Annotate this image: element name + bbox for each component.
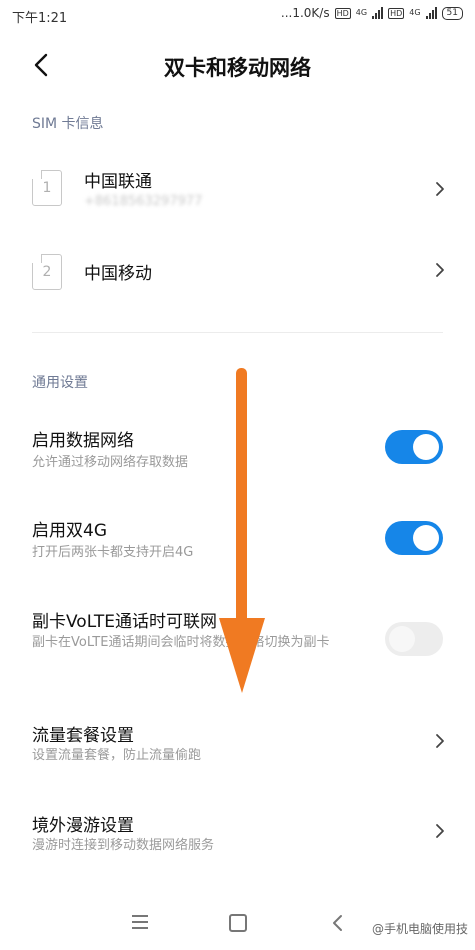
chevron-right-icon (436, 263, 444, 277)
sim-carrier-name: 中国联通 (84, 172, 152, 192)
status-bar: 下午1:21 ...1.0K/s HD 4G HD 4G 51 (0, 0, 475, 30)
dual-4g-toggle[interactable] (385, 521, 443, 555)
volte-data-toggle[interactable] (385, 622, 443, 656)
setting-subtitle: 副卡在VoLTE通话期间会临时将数据网络切换为副卡 (32, 635, 330, 650)
data-network-toggle[interactable] (385, 430, 443, 464)
sim-carrier-name: 中国移动 (84, 264, 152, 284)
sim-card-1-row[interactable]: 1 中国联通 +8618563297977 (0, 150, 475, 230)
sim-phone-number: +8618563297977 (84, 194, 203, 209)
setting-row-roaming[interactable]: 境外漫游设置 漫游时连接到移动数据网络服务 (0, 800, 475, 880)
signal-icon-sim2 (425, 7, 437, 19)
battery-icon: 51 (441, 6, 463, 20)
setting-title: 副卡VoLTE通话时可联网 (32, 612, 217, 632)
sim-card-icon: 2 (32, 254, 62, 290)
back-icon[interactable] (330, 913, 346, 933)
section-label-sim: SIM 卡信息 (32, 116, 104, 132)
setting-subtitle: 设置流量套餐，防止流量偷跑 (32, 748, 202, 763)
hd-icon: HD (334, 7, 351, 19)
setting-title: 流量套餐设置 (32, 726, 134, 746)
setting-title: 启用数据网络 (32, 431, 134, 451)
home-icon[interactable] (229, 914, 247, 932)
network-type-sim2: 4G (409, 8, 421, 17)
chevron-right-icon (436, 824, 444, 838)
hd-icon-2: HD (388, 7, 405, 19)
menu-icon[interactable] (132, 915, 148, 933)
status-time: 下午1:21 (12, 11, 68, 26)
sim-card-icon: 1 (32, 170, 62, 206)
sim-card-2-row[interactable]: 2 中国移动 (0, 238, 475, 308)
page-header: 双卡和移动网络 (0, 38, 475, 94)
chevron-right-icon (436, 182, 444, 196)
signal-icon-sim1 (372, 7, 384, 19)
setting-title: 境外漫游设置 (32, 816, 134, 836)
net-speed: ...1.0K/s (280, 6, 330, 20)
status-icons: ...1.0K/s HD 4G HD 4G 51 (281, 6, 463, 20)
section-label-general: 通用设置 (32, 375, 88, 391)
setting-row-data-plan[interactable]: 流量套餐设置 设置流量套餐，防止流量偷跑 (0, 710, 475, 790)
section-divider (32, 332, 443, 333)
network-type-sim1: 4G (355, 8, 368, 17)
page-title: 双卡和移动网络 (164, 56, 311, 80)
setting-title: 启用双4G (32, 521, 107, 541)
chevron-right-icon (436, 734, 444, 748)
watermark: @手机电脑使用技 (372, 922, 469, 936)
annotation-arrow-icon (219, 368, 265, 693)
setting-subtitle: 漫游时连接到移动数据网络服务 (32, 838, 215, 853)
